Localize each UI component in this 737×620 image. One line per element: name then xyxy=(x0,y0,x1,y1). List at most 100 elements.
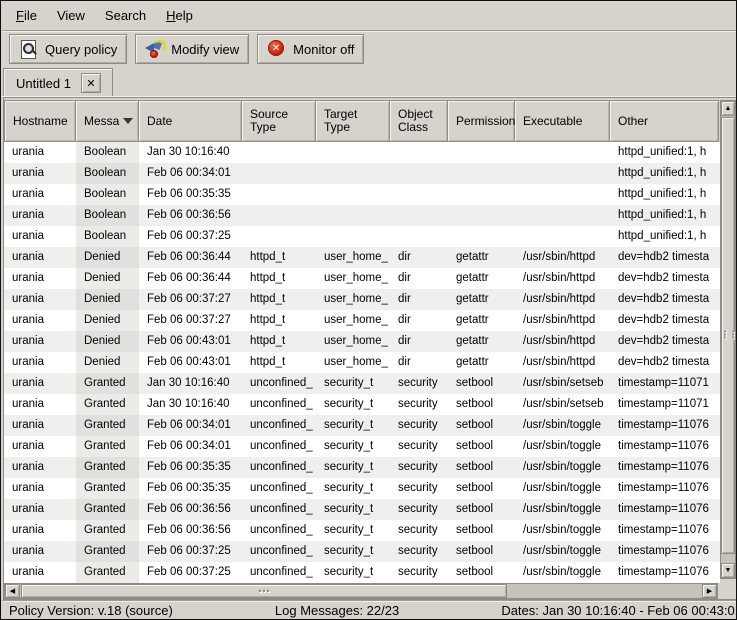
modify-view-button[interactable]: Modify view xyxy=(135,34,249,64)
menu-file[interactable]: File xyxy=(6,4,47,27)
table-row[interactable]: uraniaGrantedFeb 06 00:37:25unconfined_s… xyxy=(4,562,720,583)
table-cell: unconfined_ xyxy=(242,415,316,436)
modify-view-icon xyxy=(145,39,165,59)
table-cell: security_t xyxy=(316,478,390,499)
monitor-off-icon: ✕ xyxy=(267,39,287,59)
tab-close-button[interactable]: ✕ xyxy=(81,73,101,93)
table-cell: /usr/sbin/toggle xyxy=(515,520,610,541)
table-row[interactable]: uraniaGrantedFeb 06 00:34:01unconfined_s… xyxy=(4,436,720,457)
menu-search[interactable]: Search xyxy=(95,4,156,27)
table-cell: security_t xyxy=(316,520,390,541)
table-row[interactable]: uraniaDeniedFeb 06 00:37:27httpd_tuser_h… xyxy=(4,310,720,331)
table-row[interactable]: uraniaGrantedJan 30 10:16:40unconfined_s… xyxy=(4,373,720,394)
table-cell: Boolean xyxy=(76,226,139,247)
tab-untitled-1[interactable]: Untitled 1 ✕ xyxy=(3,68,113,97)
table-row[interactable]: uraniaGrantedFeb 06 00:36:56unconfined_s… xyxy=(4,520,720,541)
table-cell xyxy=(316,226,390,247)
table-cell: Granted xyxy=(76,478,139,499)
thumb-grip-icon: ⋯ xyxy=(258,584,270,598)
table-cell: httpd_unified:1, h xyxy=(610,205,719,226)
table-cell: timestamp=11076 xyxy=(610,478,719,499)
table-cell: security xyxy=(390,394,448,415)
scroll-left-button[interactable]: ◀ xyxy=(5,584,20,598)
table-row[interactable]: uraniaGrantedFeb 06 00:36:56unconfined_s… xyxy=(4,499,720,520)
menu-view[interactable]: View xyxy=(47,4,95,27)
table-cell: dev=hdb2 timesta xyxy=(610,310,719,331)
table-cell: Boolean xyxy=(76,142,139,163)
table-row[interactable]: uraniaBooleanFeb 06 00:35:35httpd_unifie… xyxy=(4,184,720,205)
table-cell: /usr/sbin/setseb xyxy=(515,373,610,394)
column-header-object-class[interactable]: Object Class xyxy=(390,100,448,142)
column-header-source-type[interactable]: Source Type xyxy=(242,100,316,142)
table-cell: httpd_unified:1, h xyxy=(610,142,719,163)
table-cell: setbool xyxy=(448,415,515,436)
vertical-scrollbar-thumb[interactable]: ⋮⋮ xyxy=(721,117,735,554)
table-cell: dir xyxy=(390,247,448,268)
table-cell: setbool xyxy=(448,394,515,415)
column-header-date[interactable]: Date xyxy=(139,100,242,142)
table-row[interactable]: uraniaDeniedFeb 06 00:43:01httpd_tuser_h… xyxy=(4,331,720,352)
table-row[interactable]: uraniaDeniedFeb 06 00:43:01httpd_tuser_h… xyxy=(4,352,720,373)
toolbar: Query policy Modify view ✕ Monitor off xyxy=(2,32,737,66)
column-header-label: Other xyxy=(618,115,648,128)
table-row[interactable]: uraniaBooleanJan 30 10:16:40httpd_unifie… xyxy=(4,142,720,163)
table-cell: httpd_unified:1, h xyxy=(610,184,719,205)
table-cell: httpd_t xyxy=(242,331,316,352)
scroll-up-button[interactable]: ▲ xyxy=(721,101,735,116)
column-header-executable[interactable]: Executable xyxy=(515,100,610,142)
table-cell: dir xyxy=(390,268,448,289)
column-header-label: Executable xyxy=(523,115,582,128)
column-header-permission[interactable]: Permission xyxy=(448,100,515,142)
vertical-scrollbar[interactable]: ▲ ⋮⋮ ▼ xyxy=(720,100,736,579)
table-cell: urania xyxy=(4,142,76,163)
table-cell: urania xyxy=(4,184,76,205)
column-header-hostname[interactable]: Hostname xyxy=(4,100,76,142)
monitor-off-button[interactable]: ✕ Monitor off xyxy=(257,34,364,64)
table-cell: /usr/sbin/toggle xyxy=(515,478,610,499)
table-cell: urania xyxy=(4,520,76,541)
table-cell: Feb 06 00:36:56 xyxy=(139,520,242,541)
menu-help[interactable]: Help xyxy=(156,4,203,27)
table-row[interactable]: uraniaDeniedFeb 06 00:37:27httpd_tuser_h… xyxy=(4,289,720,310)
table-row[interactable]: uraniaGrantedJan 30 10:16:40unconfined_s… xyxy=(4,394,720,415)
table-row[interactable]: uraniaGrantedFeb 06 00:37:25unconfined_s… xyxy=(4,541,720,562)
close-icon: ✕ xyxy=(86,77,95,90)
modify-view-label: Modify view xyxy=(171,42,239,57)
menu-bar: File View Search Help xyxy=(2,1,737,31)
table-row[interactable]: uraniaBooleanFeb 06 00:36:56httpd_unifie… xyxy=(4,205,720,226)
table-row[interactable]: uraniaBooleanFeb 06 00:34:01httpd_unifie… xyxy=(4,163,720,184)
table-row[interactable]: uraniaBooleanFeb 06 00:37:25httpd_unifie… xyxy=(4,226,720,247)
table-cell: urania xyxy=(4,352,76,373)
table-row[interactable]: uraniaDeniedFeb 06 00:36:44httpd_tuser_h… xyxy=(4,247,720,268)
table-row[interactable]: uraniaGrantedFeb 06 00:34:01unconfined_s… xyxy=(4,415,720,436)
horizontal-scrollbar-thumb[interactable]: ⋯ xyxy=(21,584,507,598)
table-cell: dir xyxy=(390,352,448,373)
column-header-messa[interactable]: Messa xyxy=(76,100,139,142)
table-cell: httpd_t xyxy=(242,310,316,331)
seaudit-window: File View Search Help Query policy Modif… xyxy=(0,0,737,620)
table-cell: urania xyxy=(4,541,76,562)
scroll-right-button[interactable]: ▶ xyxy=(702,584,717,598)
horizontal-scrollbar[interactable]: ◀ ⋯ ▶ xyxy=(4,583,718,599)
table-cell: security_t xyxy=(316,541,390,562)
table-cell: user_home_ xyxy=(316,352,390,373)
table-cell xyxy=(448,184,515,205)
table-cell: setbool xyxy=(448,478,515,499)
table-row[interactable]: uraniaDeniedFeb 06 00:36:44httpd_tuser_h… xyxy=(4,268,720,289)
table-cell: httpd_t xyxy=(242,268,316,289)
arrow-right-icon: ▶ xyxy=(707,587,712,595)
column-header-target-type[interactable]: Target Type xyxy=(316,100,390,142)
scroll-down-button[interactable]: ▼ xyxy=(721,563,735,578)
table-cell: Feb 06 00:37:27 xyxy=(139,310,242,331)
query-policy-button[interactable]: Query policy xyxy=(9,34,127,64)
table-row[interactable]: uraniaGrantedFeb 06 00:35:35unconfined_s… xyxy=(4,457,720,478)
table-cell: Denied xyxy=(76,352,139,373)
table-row[interactable]: uraniaGrantedFeb 06 00:35:35unconfined_s… xyxy=(4,478,720,499)
table-cell: httpd_unified:1, h xyxy=(610,226,719,247)
table-cell: Feb 06 00:35:35 xyxy=(139,457,242,478)
table-cell: Granted xyxy=(76,457,139,478)
table-cell: unconfined_ xyxy=(242,478,316,499)
table-cell: urania xyxy=(4,289,76,310)
table-cell: urania xyxy=(4,457,76,478)
column-header-other[interactable]: Other xyxy=(610,100,719,142)
